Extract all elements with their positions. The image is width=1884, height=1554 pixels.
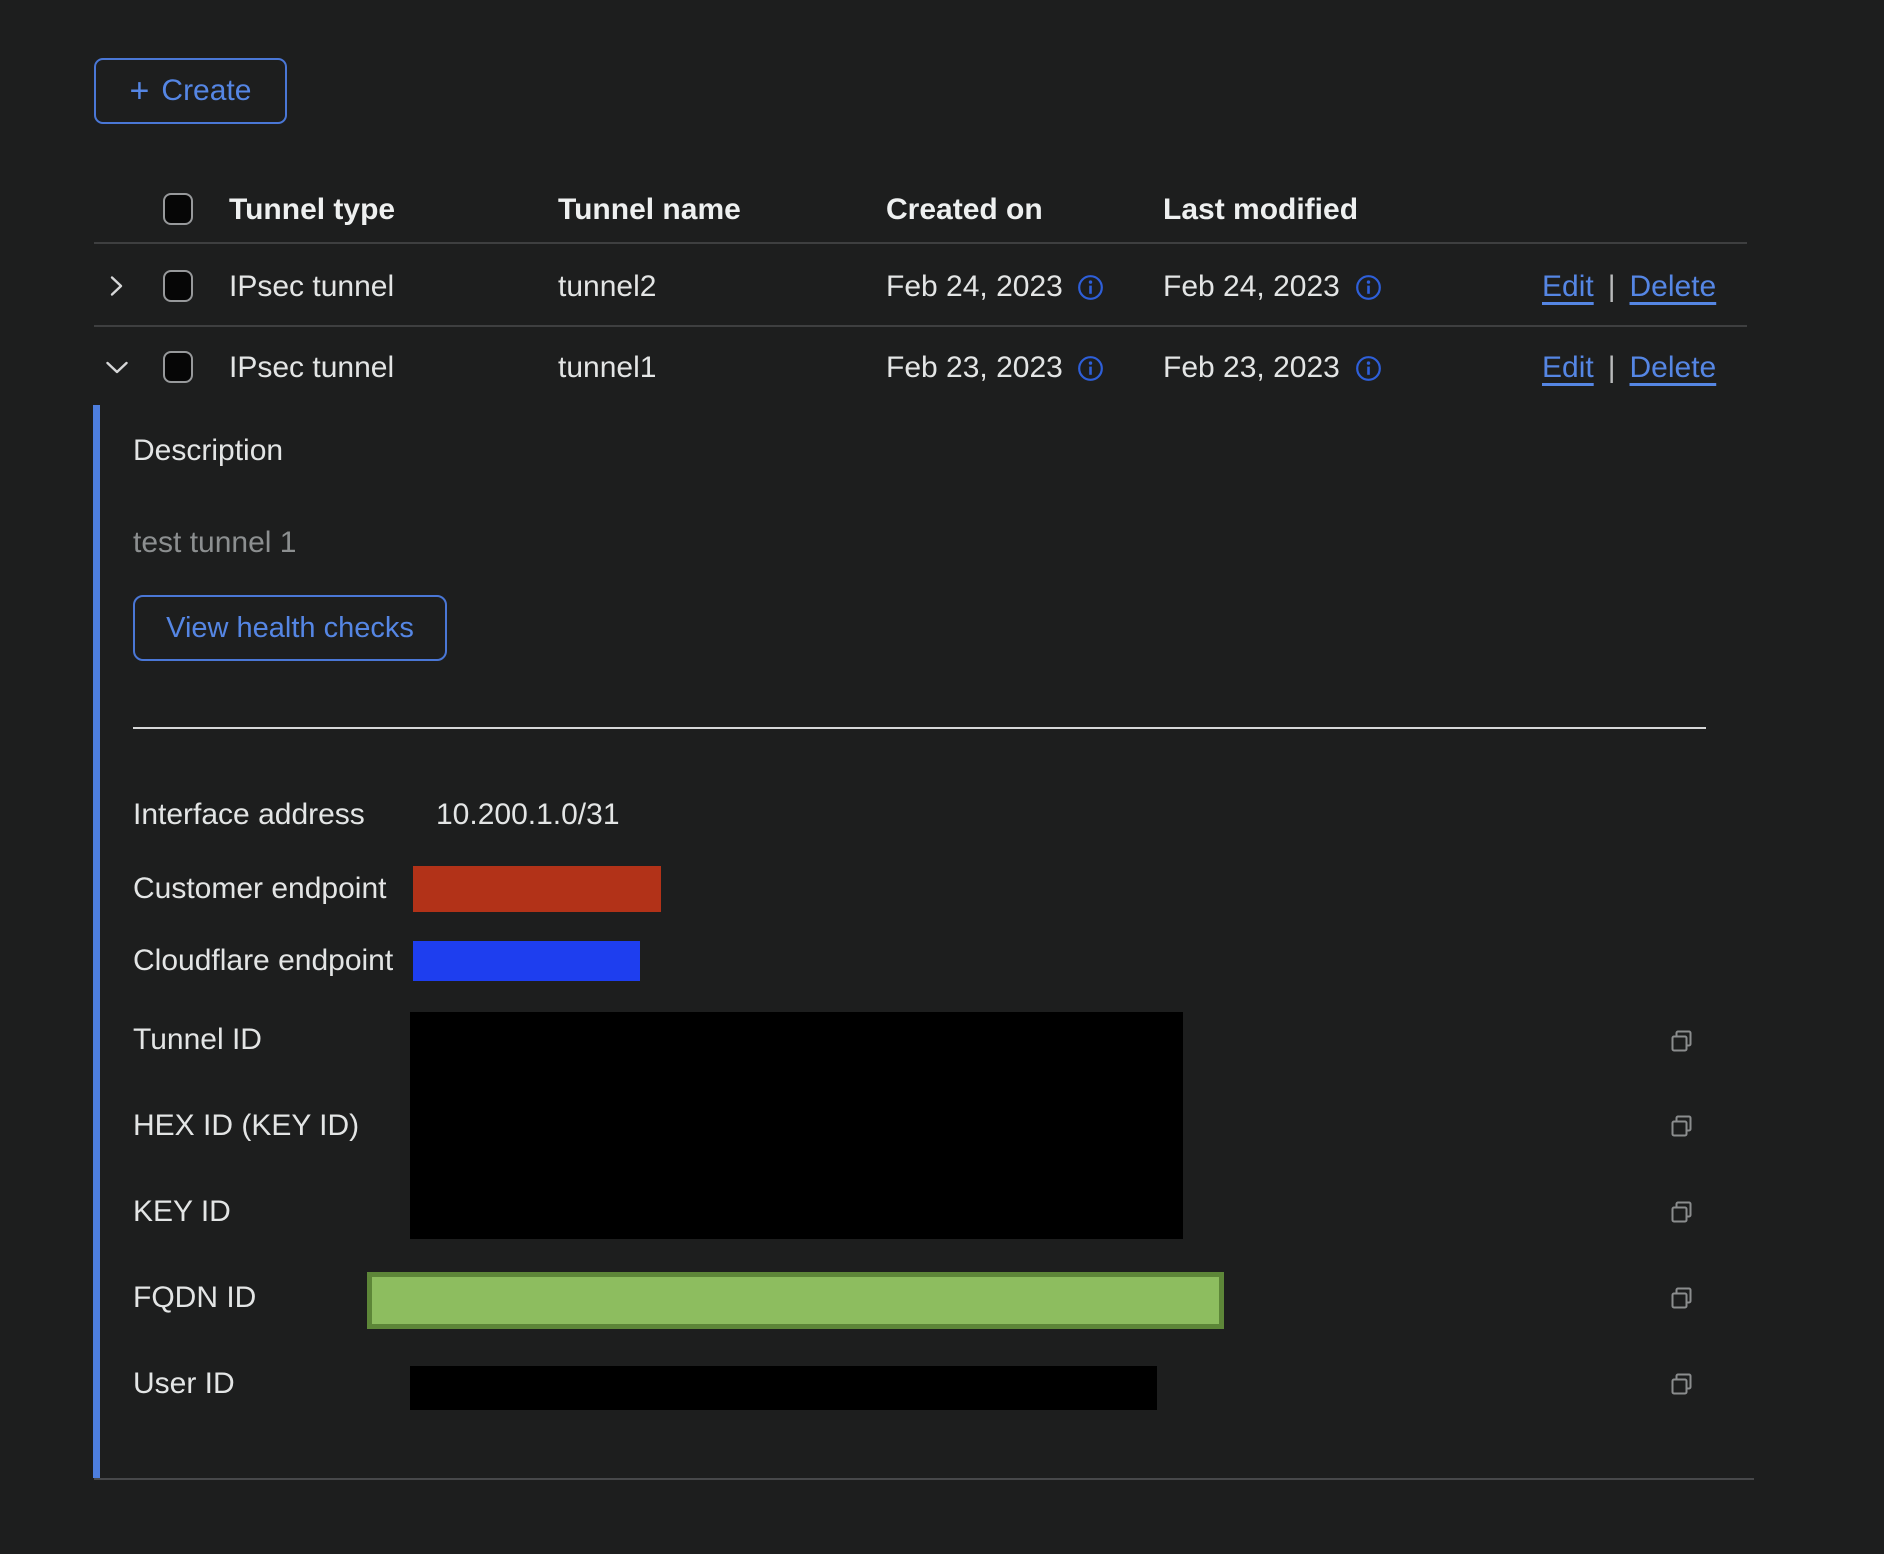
copy-icon[interactable]: [1668, 1113, 1695, 1140]
row-divider: [94, 325, 1747, 327]
interface-address-value: 10.200.1.0/31: [436, 796, 620, 834]
last-modified-cell: Feb 24, 2023: [1163, 268, 1340, 306]
create-button[interactable]: + Create: [94, 58, 287, 124]
user-id-redaction: [410, 1366, 1157, 1410]
field-label: KEY ID: [133, 1193, 231, 1231]
col-header-last-modified: Last modified: [1163, 191, 1358, 229]
field-label: Interface address: [133, 796, 365, 834]
tunnel-id-redaction: [410, 1012, 1183, 1239]
expanded-row-bottom-divider: [94, 1478, 1754, 1480]
field-label: User ID: [133, 1365, 235, 1403]
created-on-cell: Feb 24, 2023: [886, 268, 1063, 306]
edit-link[interactable]: Edit: [1542, 268, 1594, 306]
copy-icon[interactable]: [1668, 1285, 1695, 1312]
select-all-checkbox[interactable]: [163, 193, 193, 225]
field-label: Customer endpoint: [133, 870, 386, 908]
edit-link[interactable]: Edit: [1542, 349, 1594, 387]
ipsec-tunnels-page: + Create Tunnel type Tunnel name Created…: [0, 0, 1884, 1554]
copy-icon[interactable]: [1668, 1028, 1695, 1055]
col-header-created-on: Created on: [886, 191, 1043, 229]
info-icon[interactable]: [1077, 274, 1104, 301]
fqdn-id-redaction: [367, 1272, 1224, 1329]
copy-icon[interactable]: [1668, 1199, 1695, 1226]
created-on-cell: Feb 23, 2023: [886, 349, 1063, 387]
field-label: FQDN ID: [133, 1279, 256, 1317]
info-icon[interactable]: [1355, 274, 1382, 301]
section-divider: [133, 727, 1706, 729]
action-separator: |: [1608, 349, 1616, 387]
description-value: test tunnel 1: [133, 524, 296, 562]
delete-link[interactable]: Delete: [1630, 349, 1717, 387]
info-icon[interactable]: [1077, 355, 1104, 382]
field-label: HEX ID (KEY ID): [133, 1107, 359, 1145]
field-label: Tunnel ID: [133, 1021, 262, 1059]
create-button-label: Create: [161, 74, 251, 108]
chevron-right-icon[interactable]: [103, 273, 129, 299]
action-separator: |: [1608, 268, 1616, 306]
row-checkbox[interactable]: [163, 270, 193, 302]
row-checkbox[interactable]: [163, 351, 193, 383]
delete-link[interactable]: Delete: [1630, 268, 1717, 306]
cloudflare-endpoint-redaction: [413, 941, 640, 981]
tunnel-type-cell: IPsec tunnel: [229, 268, 394, 306]
info-icon[interactable]: [1355, 355, 1382, 382]
customer-endpoint-redaction: [413, 866, 661, 912]
chevron-down-icon[interactable]: [103, 356, 131, 380]
plus-icon: +: [130, 76, 150, 106]
view-health-checks-button[interactable]: View health checks: [133, 595, 447, 661]
description-label: Description: [133, 432, 283, 470]
field-label: Cloudflare endpoint: [133, 942, 393, 980]
copy-icon[interactable]: [1668, 1371, 1695, 1398]
header-divider: [94, 242, 1747, 244]
last-modified-cell: Feb 23, 2023: [1163, 349, 1340, 387]
tunnel-type-cell: IPsec tunnel: [229, 349, 394, 387]
col-header-tunnel-type: Tunnel type: [229, 191, 395, 229]
col-header-tunnel-name: Tunnel name: [558, 191, 741, 229]
tunnel-name-cell: tunnel1: [558, 349, 656, 387]
tunnel-name-cell: tunnel2: [558, 268, 656, 306]
expanded-row-accent-bar: [93, 405, 100, 1478]
